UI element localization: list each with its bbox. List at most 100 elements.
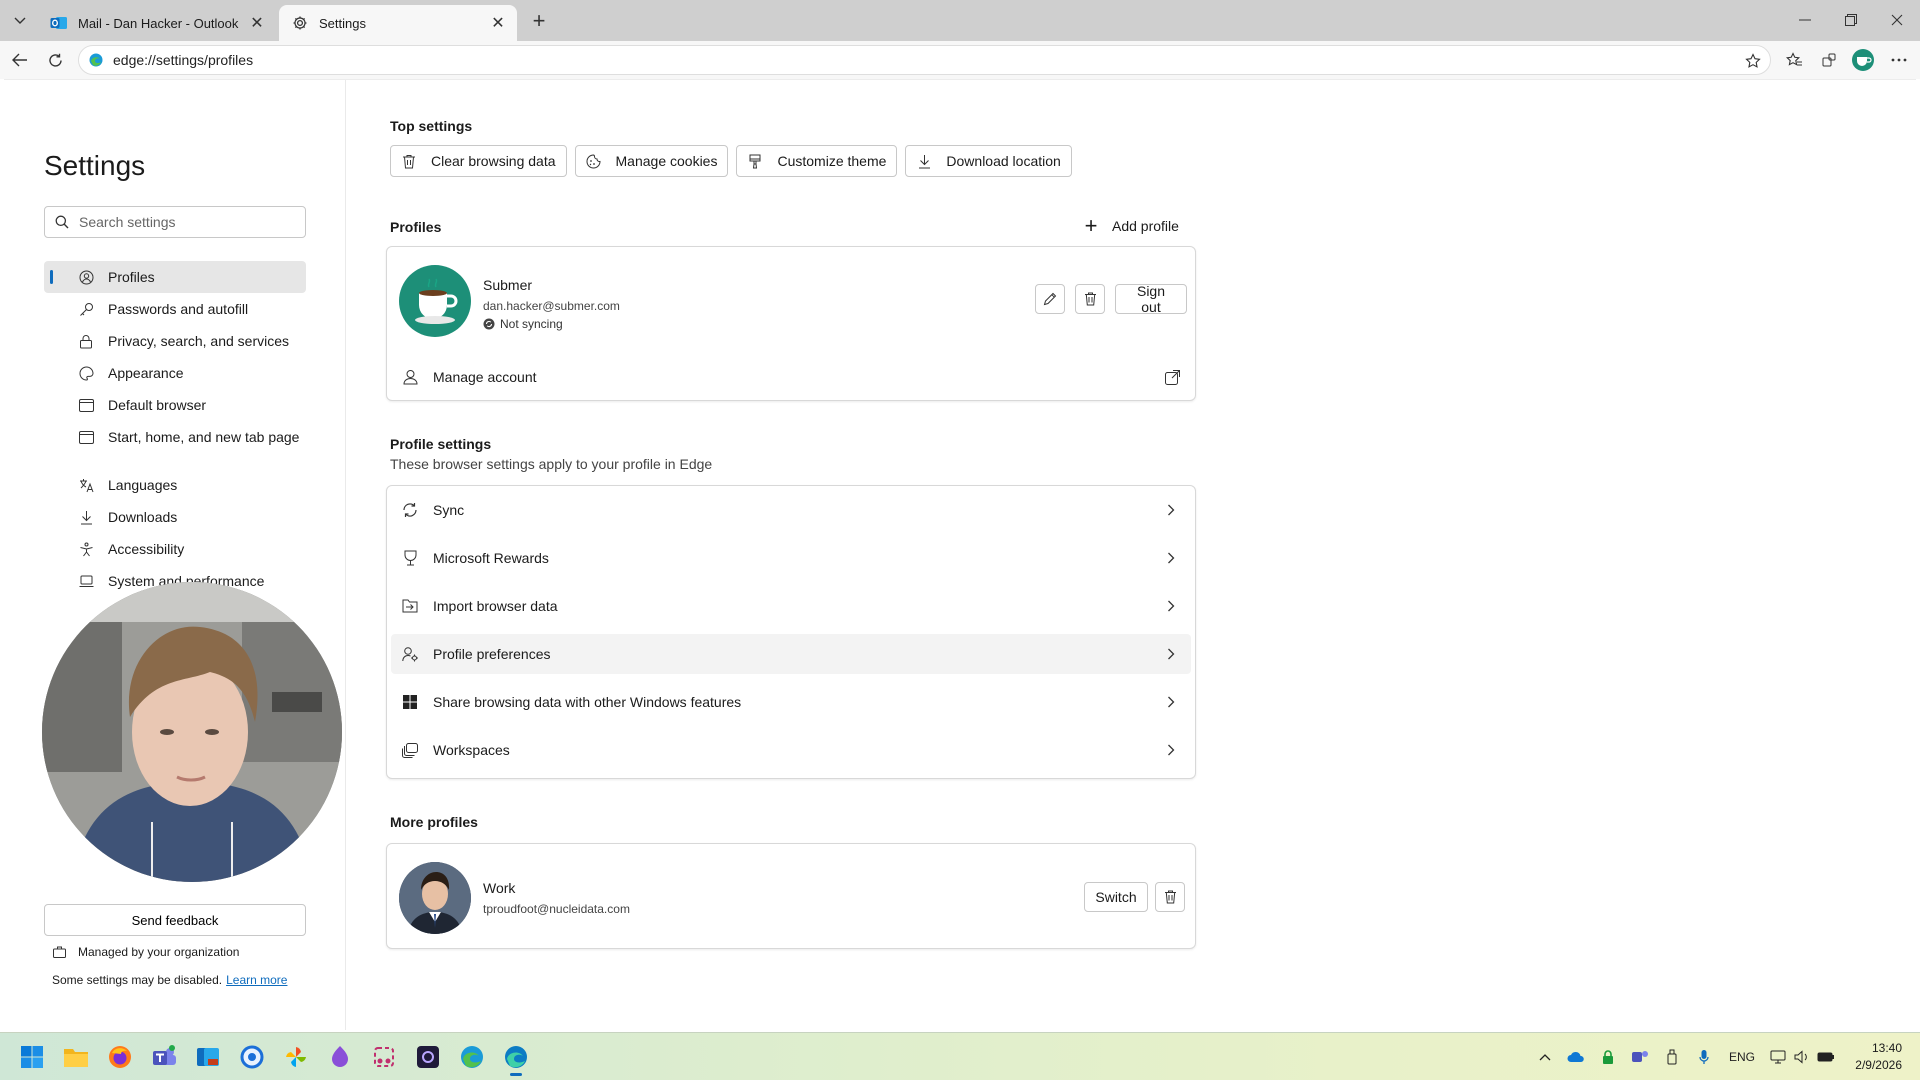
- edit-profile-button[interactable]: [1035, 284, 1065, 314]
- profile-preferences-row[interactable]: Profile preferences: [391, 634, 1191, 674]
- add-favorite-star-icon[interactable]: [1742, 50, 1764, 72]
- favorites-button[interactable]: [1779, 45, 1809, 75]
- add-profile-button[interactable]: + Add profile: [1082, 215, 1179, 237]
- chevron-down-icon: [14, 17, 26, 24]
- manage-cookies-button[interactable]: Manage cookies: [574, 145, 729, 177]
- taskbar-copilot-app[interactable]: [236, 1041, 268, 1073]
- learn-more-link[interactable]: Learn more: [226, 973, 287, 987]
- row-label: Sync: [433, 502, 465, 518]
- sidebar-item-label: Start, home, and new tab page: [108, 429, 300, 445]
- tray-battery[interactable]: [1816, 1047, 1836, 1067]
- clock-time: 13:40: [1871, 1041, 1902, 1055]
- tray-volume[interactable]: [1792, 1047, 1812, 1067]
- address-bar[interactable]: edge://settings/profiles: [78, 45, 1771, 75]
- tray-microphone[interactable]: [1694, 1047, 1714, 1067]
- workspaces-row[interactable]: Workspaces: [391, 730, 1191, 770]
- top-settings-heading: Top settings: [390, 118, 473, 134]
- tray-teams[interactable]: [1630, 1047, 1650, 1067]
- profile-email: dan.hacker@submer.com: [483, 299, 620, 313]
- sidebar-item-profiles[interactable]: Profiles: [44, 261, 306, 293]
- chevron-up-icon: [1539, 1054, 1551, 1061]
- switch-profile-button[interactable]: Switch: [1084, 882, 1148, 912]
- taskbar-edge-dev[interactable]: [456, 1041, 488, 1073]
- browser-icon: [78, 397, 94, 413]
- sidebar-item-appearance[interactable]: Appearance: [44, 357, 306, 389]
- folder-icon: [64, 1049, 88, 1067]
- chevron-right-icon: [1163, 502, 1179, 518]
- accessibility-icon: [78, 541, 94, 557]
- settings-and-more-button[interactable]: [1884, 45, 1914, 75]
- clear-browsing-data-button[interactable]: Clear browsing data: [390, 145, 567, 177]
- minimize-icon: [1799, 19, 1811, 21]
- customize-theme-button[interactable]: Customize theme: [736, 145, 898, 177]
- taskbar-purple-app[interactable]: [324, 1041, 356, 1073]
- close-tab-icon[interactable]: ✕: [489, 14, 507, 32]
- sign-out-button[interactable]: Sign out: [1115, 283, 1187, 315]
- sidebar-item-start-home[interactable]: Start, home, and new tab page: [44, 421, 306, 453]
- tray-onedrive[interactable]: [1566, 1047, 1586, 1067]
- system-clock[interactable]: 13:40 2/9/2026: [1855, 1040, 1902, 1074]
- copilot-icon: [240, 1045, 264, 1069]
- profile-avatar-button[interactable]: [1848, 45, 1878, 75]
- delete-work-profile-button[interactable]: [1155, 882, 1185, 912]
- tray-usb[interactable]: [1662, 1047, 1682, 1067]
- search-input[interactable]: [79, 214, 289, 230]
- taskbar-microsoft-365[interactable]: [192, 1041, 224, 1073]
- new-tab-button[interactable]: +: [526, 8, 552, 34]
- share-browsing-data-row[interactable]: Share browsing data with other Windows f…: [391, 682, 1191, 722]
- taskbar-snipping-tool[interactable]: [368, 1041, 400, 1073]
- sidebar-item-downloads[interactable]: Downloads: [44, 501, 306, 533]
- windows-icon: [401, 693, 419, 711]
- tray-language[interactable]: ENG: [1728, 1047, 1756, 1067]
- back-arrow-icon: [12, 53, 27, 67]
- chevron-right-icon: [1163, 646, 1179, 662]
- dark-app-icon: [417, 1046, 439, 1068]
- sidebar-item-accessibility[interactable]: Accessibility: [44, 533, 306, 565]
- sync-row[interactable]: Sync: [391, 490, 1191, 530]
- taskbar-visual-studio[interactable]: [412, 1041, 444, 1073]
- restore-button[interactable]: [1828, 0, 1874, 40]
- search-box[interactable]: [44, 206, 306, 238]
- start-button[interactable]: [16, 1041, 48, 1073]
- sidebar-item-default-browser[interactable]: Default browser: [44, 389, 306, 421]
- taskbar-file-explorer[interactable]: [60, 1041, 92, 1073]
- back-button[interactable]: [5, 45, 35, 75]
- sidebar-item-languages[interactable]: Languages: [44, 469, 306, 501]
- extensions-button[interactable]: [1814, 45, 1844, 75]
- taskbar-firefox[interactable]: [104, 1041, 136, 1073]
- microsoft-rewards-row[interactable]: Microsoft Rewards: [391, 538, 1191, 578]
- more-profiles-heading: More profiles: [390, 814, 478, 830]
- tray-network[interactable]: [1768, 1047, 1788, 1067]
- brush-icon: [747, 153, 763, 169]
- refresh-button[interactable]: [40, 45, 70, 75]
- key-icon: [78, 301, 94, 317]
- show-hidden-icons-button[interactable]: [1535, 1047, 1555, 1067]
- edge-logo-icon: [89, 53, 103, 67]
- send-feedback-button[interactable]: Send feedback: [44, 904, 306, 936]
- snipping-icon: [374, 1047, 394, 1067]
- taskbar-edge[interactable]: [500, 1041, 532, 1076]
- download-location-button[interactable]: Download location: [905, 145, 1072, 177]
- tab-outlook-mail[interactable]: Mail - Dan Hacker - Outlook ✕: [38, 5, 276, 41]
- minimize-button[interactable]: [1782, 0, 1828, 40]
- sidebar-item-passwords[interactable]: Passwords and autofill: [44, 293, 306, 325]
- rewards-icon: [401, 549, 419, 567]
- windows-start-icon: [21, 1046, 43, 1068]
- page-title: Settings: [44, 150, 146, 181]
- close-tab-icon[interactable]: ✕: [248, 14, 266, 32]
- manage-account-row[interactable]: Manage account: [387, 353, 1195, 401]
- sidebar-item-privacy[interactable]: Privacy, search, and services: [44, 325, 306, 357]
- tray-security[interactable]: [1598, 1047, 1618, 1067]
- tab-settings[interactable]: Settings ✕: [279, 5, 517, 41]
- taskbar-photos[interactable]: [280, 1041, 312, 1073]
- close-window-button[interactable]: [1874, 0, 1920, 40]
- webcam-overlay[interactable]: [42, 582, 342, 882]
- delete-profile-button[interactable]: [1075, 284, 1105, 314]
- tab-actions-menu-button[interactable]: [6, 8, 34, 34]
- profile-settings-description: These browser settings apply to your pro…: [390, 456, 713, 472]
- import-browser-data-row[interactable]: Import browser data: [391, 586, 1191, 626]
- webcam-person-image: [42, 582, 342, 882]
- taskbar-teams[interactable]: [148, 1041, 180, 1073]
- extensions-icon: [1822, 53, 1836, 67]
- chevron-right-icon: [1163, 550, 1179, 566]
